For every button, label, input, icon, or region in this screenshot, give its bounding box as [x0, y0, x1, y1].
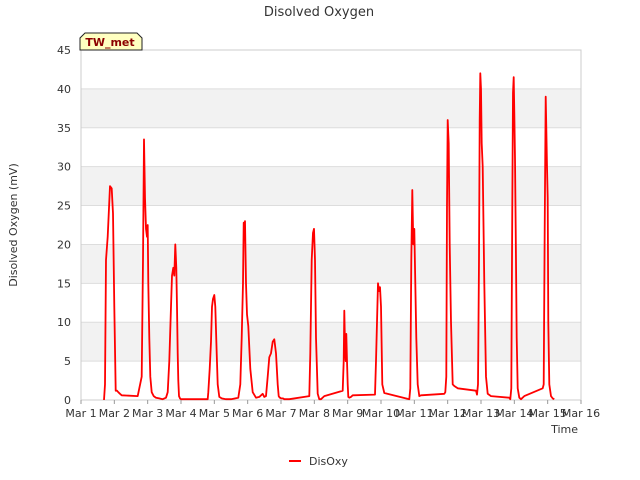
plot-band	[81, 88, 581, 128]
y-tick-label: 35	[57, 122, 71, 135]
x-tick-label: Mar 6	[232, 407, 263, 420]
y-tick-label: 15	[57, 277, 71, 290]
y-tick-label: 20	[57, 238, 71, 251]
y-tick-label: 0	[64, 394, 71, 407]
plot-band	[81, 283, 581, 323]
x-tick-label: Mar 9	[332, 407, 363, 420]
legend-label-disoxy: DisOxy	[309, 455, 348, 468]
plot-band	[81, 166, 581, 206]
x-tick-label: Mar 16	[562, 407, 600, 420]
plot-band	[81, 127, 581, 167]
y-tick-label: 30	[57, 161, 71, 174]
y-tick-label: 45	[57, 44, 71, 57]
x-axis-label: Time	[550, 423, 578, 436]
y-tick-label: 25	[57, 200, 71, 213]
station-badge: TW_met	[79, 32, 143, 51]
y-axis-label: Disolved Oxygen (mV)	[7, 163, 20, 287]
x-tick-label: Mar 7	[265, 407, 296, 420]
plot-band	[81, 244, 581, 284]
y-tick-label: 40	[57, 83, 71, 96]
x-tick-label: Mar 3	[132, 407, 163, 420]
y-tick-label: 10	[57, 316, 71, 329]
y-axis-ticks: 0 5 10 15 20 25 30 35 40 45	[57, 44, 71, 407]
station-badge-label: TW_met	[85, 36, 134, 49]
plot-band	[81, 50, 581, 89]
plot-band	[81, 205, 581, 245]
x-tick-label: Mar 4	[165, 407, 196, 420]
disolved-oxygen-chart: Disolved Oxygen 0 5 10 15 20 25 30 35 40 45 Mar 1…	[7, 5, 600, 468]
x-tick-label: Mar 1	[65, 407, 96, 420]
x-tick-label: Mar 8	[299, 407, 330, 420]
chart-title: Disolved Oxygen	[264, 5, 374, 20]
plot-background-bands	[81, 50, 581, 400]
x-tick-label: Mar 2	[99, 407, 130, 420]
x-axis-ticks: Mar 1 Mar 2 Mar 3 Mar 4 Mar 5 Mar 6 Mar 7 Mar 8…	[65, 400, 600, 420]
y-tick-label: 5	[64, 355, 71, 368]
x-tick-label: Mar 5	[199, 407, 230, 420]
plot-band	[81, 322, 581, 362]
legend: DisOxy	[289, 455, 348, 468]
